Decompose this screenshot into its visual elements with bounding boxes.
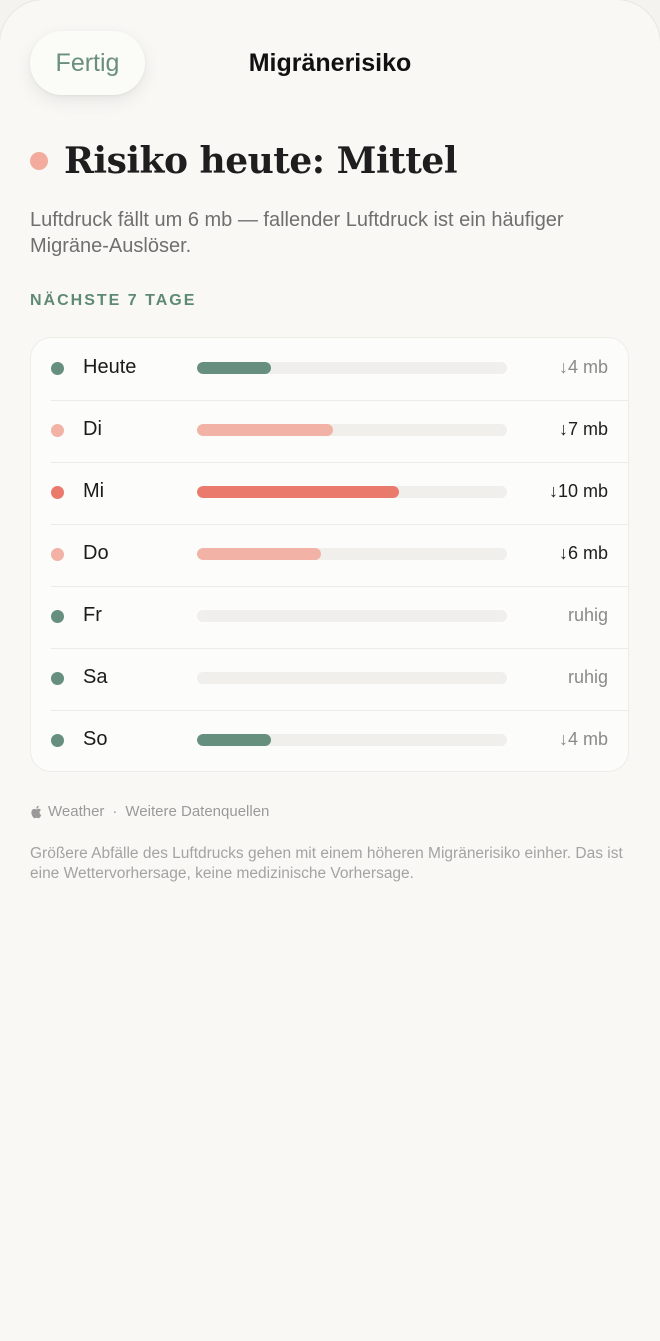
pressure-change-value: ↓4 mb <box>558 729 608 749</box>
apple-logo-icon <box>30 805 42 819</box>
weather-source-label: Weather <box>48 803 105 820</box>
forecast-row: Sa ruhig <box>51 648 628 711</box>
pressure-change-value: ↓4 mb <box>558 357 608 377</box>
more-data-sources-link[interactable]: Weitere Datenquellen <box>125 803 269 820</box>
pressure-change-value: ruhig <box>567 667 608 687</box>
pressure-drop-bar <box>197 734 507 746</box>
risk-level-dot <box>51 672 64 685</box>
pressure-drop-bar-fill <box>197 734 272 746</box>
pressure-drop-bar-fill <box>197 424 334 436</box>
pressure-drop-bar <box>197 486 507 498</box>
risk-level-dot <box>30 152 48 170</box>
pressure-drop-bar <box>197 610 507 622</box>
day-name: So <box>83 728 108 750</box>
data-sources: Weather · Weitere Datenquellen <box>30 803 269 820</box>
risk-description: Luftdruck fällt um 6 mb — fallender Luft… <box>30 209 564 257</box>
risk-level-dot <box>51 548 64 561</box>
day-name: Fr <box>83 604 102 626</box>
pressure-drop-bar <box>197 672 507 684</box>
pressure-drop-bar-fill <box>197 486 399 498</box>
risk-level-dot <box>51 610 64 623</box>
forecast-row: Di ↓7 mb <box>51 400 628 463</box>
risk-level-dot <box>51 424 64 437</box>
pressure-change-value: ↓7 mb <box>558 419 608 439</box>
risk-header: Risiko heute: Mittel <box>30 140 458 182</box>
pressure-drop-bar-fill <box>197 548 321 560</box>
day-name: Do <box>83 542 109 564</box>
forecast-row: So ↓4 mb <box>51 710 628 771</box>
migraine-risk-sheet: Fertig Migränerisiko Risiko heute: Mitte… <box>0 0 660 1341</box>
forecast-row: Heute ↓4 mb <box>51 338 628 401</box>
done-button[interactable]: Fertig <box>30 31 145 95</box>
day-name: Sa <box>83 666 108 688</box>
forecast-row: Mi ↓10 mb <box>51 462 628 525</box>
pressure-drop-bar <box>197 362 507 374</box>
day-name: Mi <box>83 480 105 502</box>
risk-level-dot <box>51 362 64 375</box>
day-name: Heute <box>83 356 137 378</box>
pressure-drop-bar <box>197 548 507 560</box>
source-separator: · <box>112 803 118 820</box>
forecast-section-label: NÄCHSTE 7 TAGE <box>30 292 197 309</box>
pressure-drop-bar-fill <box>197 362 272 374</box>
risk-level-dot <box>51 734 64 747</box>
forecast-row: Do ↓6 mb <box>51 524 628 587</box>
disclaimer-text: Größere Abfälle des Luftdrucks gehen mit… <box>30 845 623 882</box>
pressure-change-value: ↓10 mb <box>548 481 608 501</box>
risk-title: Risiko heute: Mittel <box>64 140 458 182</box>
pressure-drop-bar <box>197 424 507 436</box>
pressure-change-value: ruhig <box>567 605 608 625</box>
day-name: Di <box>83 418 102 440</box>
forecast-card: Heute ↓4 mb Di ↓7 mb Mi ↓10 mb Do ↓6 mb Fr ruhig S… <box>31 338 628 771</box>
forecast-row: Fr ruhig <box>51 586 628 649</box>
pressure-change-value: ↓6 mb <box>558 543 608 563</box>
risk-level-dot <box>51 486 64 499</box>
